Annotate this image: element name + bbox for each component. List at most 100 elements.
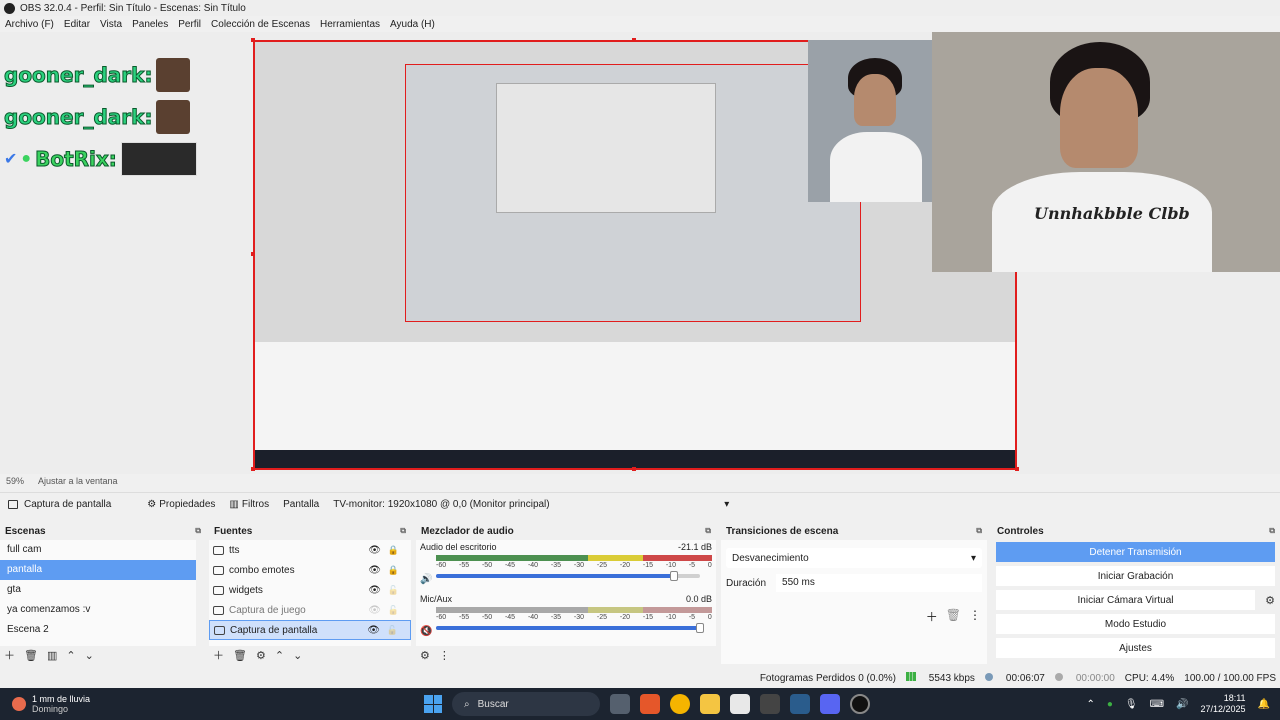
resize-handle[interactable] [632,467,636,471]
volume-slider[interactable] [436,571,700,581]
lock-icon[interactable]: 🔒 [388,565,399,576]
sources-header: Fuentes ⧉ [209,522,411,540]
add-icon[interactable]: ＋ [213,647,224,663]
move-down-icon[interactable]: ⌄ [85,649,94,662]
volume-icon[interactable]: 🔊 [420,574,432,585]
display-select[interactable]: TV-monitor: 1920x1080 @ 0,0 (Monitor pri… [333,499,729,510]
mic-icon[interactable]: 🎙 [1125,699,1138,710]
resize-handle[interactable] [632,38,636,42]
preview-canvas[interactable]: gooner_dark: gooner_dark: ✔ ● BotRix: Un… [0,32,1280,474]
studio-mode-button[interactable]: Modo Estudio [996,614,1275,634]
source-name: Captura de pantalla [230,624,318,636]
green-dot-icon[interactable]: ● [1107,699,1113,710]
source-item[interactable]: Captura de juego 👁 🔓 [209,600,411,620]
resize-handle[interactable] [251,467,255,471]
clock[interactable]: 18:11 27/12/2025 [1201,693,1246,715]
menu-archivo[interactable]: Archivo (F) [0,19,59,30]
source-item[interactable]: tts 👁 🔒 [209,540,411,560]
trash-icon[interactable]: 🗑 [946,608,961,625]
captured-taskbar [255,450,1015,468]
add-icon[interactable]: ＋ [926,608,938,625]
more-icon[interactable]: ⋮ [969,608,981,625]
zoom-fit[interactable]: Ajustar a la ventana [38,476,118,486]
file-explorer-icon[interactable] [700,694,720,714]
eye-icon[interactable]: 👁 [368,545,381,556]
gear-icon[interactable]: ⚙ [1265,594,1275,607]
properties-button[interactable]: ⚙ Propiedades [147,499,215,510]
monitor-icon [214,625,225,635]
start-recording-button[interactable]: Iniciar Grabación [996,566,1275,586]
lock-icon[interactable]: 🔒 [388,545,399,556]
eye-icon[interactable]: 👁 [368,565,381,576]
volume-knob[interactable] [696,623,704,633]
task-view-icon[interactable] [610,694,630,714]
source-item[interactable]: Captura de pantalla 👁 🔓 [209,620,411,640]
undock-icon[interactable]: ⧉ [705,526,711,536]
scene-item[interactable]: full cam [0,540,196,560]
unlock-icon[interactable]: 🔓 [387,625,398,636]
eye-off-icon[interactable]: 👁 [368,605,381,616]
trash-icon[interactable]: 🗑 [233,649,247,662]
filter-icon[interactable]: ▥ [47,649,57,662]
scene-item[interactable]: Escena 2 [0,620,196,640]
menu-herramientas[interactable]: Herramientas [315,19,385,30]
filters-button[interactable]: ▥ Filtros [229,499,269,510]
epic-games-icon[interactable] [760,694,780,714]
brave-icon[interactable] [640,694,660,714]
menu-paneles[interactable]: Paneles [127,19,173,30]
move-up-icon[interactable]: ⌃ [275,649,284,662]
scene-item[interactable]: gta [0,580,196,600]
resize-handle[interactable] [251,252,255,256]
more-icon[interactable]: ⋮ [439,649,450,662]
chrome-icon[interactable] [670,694,690,714]
discord-icon[interactable] [820,694,840,714]
weather-icon [12,697,26,711]
add-icon[interactable]: ＋ [4,647,15,663]
undock-icon[interactable]: ⧉ [400,526,406,536]
trash-icon[interactable]: 🗑 [24,649,38,662]
windows-start-icon[interactable] [424,695,442,713]
undock-icon[interactable]: ⧉ [1269,526,1275,536]
settings-button[interactable]: Ajustes [996,638,1275,658]
resize-handle[interactable] [251,38,255,42]
volume-icon[interactable]: 🔊 [1176,699,1188,710]
unlock-icon[interactable]: 🔓 [388,585,399,596]
undock-icon[interactable]: ⧉ [195,526,201,536]
notification-bell-icon[interactable]: 🔔 [1258,699,1270,710]
weather-widget[interactable]: 1 mm de lluvia Domingo [12,694,90,714]
menu-vista[interactable]: Vista [95,19,127,30]
source-item[interactable]: widgets 👁 🔓 [209,580,411,600]
start-virtual-cam-button[interactable]: Iniciar Cámara Virtual ⚙ [996,590,1275,610]
network-icon[interactable]: ⌨ [1150,699,1164,710]
gear-icon[interactable]: ⚙ [256,649,266,662]
duration-input[interactable]: 550 ms [776,574,982,592]
menu-coleccion-escenas[interactable]: Colección de Escenas [206,19,315,30]
resize-handle[interactable] [1015,467,1019,471]
move-down-icon[interactable]: ⌄ [293,649,302,662]
menu-perfil[interactable]: Perfil [173,19,206,30]
clock-time: 18:11 [1223,693,1246,703]
scene-item[interactable]: pantalla [0,560,196,580]
chevron-up-icon[interactable]: ⌃ [1086,699,1094,710]
advanced-audio-icon[interactable]: ⚙ [420,649,430,662]
move-up-icon[interactable]: ⌃ [66,649,75,662]
stop-stream-button[interactable]: Detener Transmisión [996,542,1275,562]
source-item[interactable]: combo emotes 👁 🔒 [209,560,411,580]
muted-icon[interactable]: 🔇 [420,626,432,637]
eye-icon[interactable]: 👁 [367,625,380,636]
steam-icon[interactable] [790,694,810,714]
store-icon[interactable] [730,694,750,714]
obs-icon[interactable] [850,694,870,714]
menu-editar[interactable]: Editar [59,19,95,30]
volume-knob[interactable] [669,571,678,581]
zoom-level[interactable]: 59% [6,476,24,486]
transition-selected: Desvanecimiento [732,552,809,564]
undock-icon[interactable]: ⧉ [976,526,982,536]
eye-icon[interactable]: 👁 [368,585,381,596]
volume-slider[interactable] [436,623,704,633]
menu-ayuda[interactable]: Ayuda (H) [385,19,440,30]
taskbar-search[interactable]: ⌕ Buscar [452,692,600,716]
scene-item[interactable]: ya comenzamos :v [0,600,196,620]
unlock-icon[interactable]: 🔓 [388,605,399,616]
transition-select[interactable]: Desvanecimiento ▾ [726,548,982,568]
